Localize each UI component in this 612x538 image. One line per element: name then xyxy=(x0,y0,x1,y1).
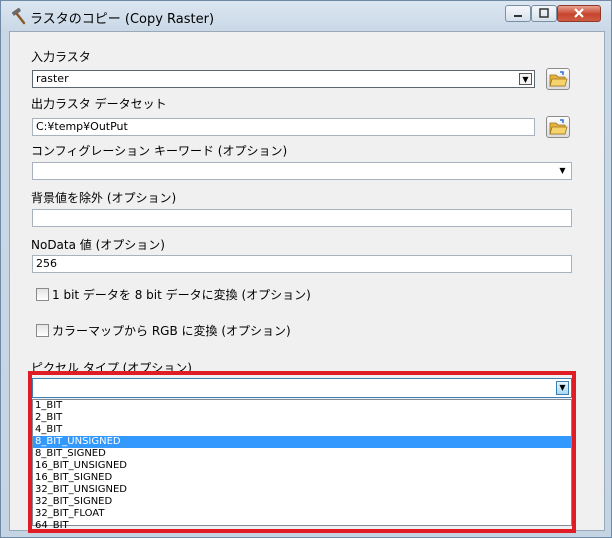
chevron-down-icon[interactable]: ▼ xyxy=(556,381,569,395)
minimize-button[interactable] xyxy=(505,5,531,22)
dialog-body: 入力ラスタ raster ▼ 出力ラスタ データセット C:¥temp¥OutP… xyxy=(9,31,605,531)
maximize-icon xyxy=(539,8,549,18)
pixel-type-option[interactable]: 32_BIT_FLOAT xyxy=(33,508,571,520)
open-folder-icon xyxy=(549,71,568,87)
pixel-type-combobox[interactable]: ▼ xyxy=(32,378,572,398)
config-keyword-label: コンフィグレーション キーワード (オプション) xyxy=(31,144,288,158)
nodata-value-label: NoData 値 (オプション) xyxy=(31,238,165,252)
background-value-label: 背景値を除外 (オプション) xyxy=(31,191,177,205)
pixel-type-option[interactable]: 1_BIT xyxy=(33,400,571,412)
close-button[interactable] xyxy=(557,5,601,22)
input-raster-value: raster xyxy=(36,72,69,85)
hammer-icon xyxy=(9,7,27,25)
nodata-value-text: 256 xyxy=(36,257,57,270)
convert-1bit-label: 1 bit データを 8 bit データに変換 (オプション) xyxy=(52,288,311,302)
output-dataset-browse-button[interactable] xyxy=(546,116,570,138)
chevron-down-icon[interactable]: ▼ xyxy=(556,165,569,177)
copy-raster-window: ラスタのコピー (Copy Raster) 入力ラスタ raster ▼ 出力ラ… xyxy=(0,0,612,538)
title-bar[interactable]: ラスタのコピー (Copy Raster) xyxy=(1,1,611,31)
colormap-to-rgb-checkbox[interactable] xyxy=(36,324,49,337)
background-value-input[interactable] xyxy=(32,209,572,227)
pixel-type-label: ピクセル タイプ (オプション) xyxy=(31,361,192,375)
output-dataset-label: 出力ラスタ データセット xyxy=(31,97,167,111)
input-raster-browse-button[interactable] xyxy=(546,68,570,90)
config-keyword-combobox[interactable]: ▼ xyxy=(32,162,572,180)
pixel-type-option[interactable]: 16_BIT_SIGNED xyxy=(33,472,571,484)
pixel-type-option[interactable]: 32_BIT_SIGNED xyxy=(33,496,571,508)
chevron-down-icon[interactable]: ▼ xyxy=(519,73,532,85)
pixel-type-option-selected[interactable]: 8_BIT_UNSIGNED xyxy=(33,436,571,448)
pixel-type-option[interactable]: 8_BIT_SIGNED xyxy=(33,448,571,460)
maximize-button[interactable] xyxy=(531,5,557,22)
output-dataset-value: C:¥temp¥OutPut xyxy=(36,120,128,133)
open-folder-icon xyxy=(549,119,568,135)
pixel-type-option[interactable]: 16_BIT_UNSIGNED xyxy=(33,460,571,472)
colormap-to-rgb-label: カラーマップから RGB に変換 (オプション) xyxy=(52,324,291,338)
input-raster-label: 入力ラスタ xyxy=(31,50,91,64)
scroll-area xyxy=(572,32,596,530)
convert-1bit-checkbox[interactable] xyxy=(36,288,49,301)
pixel-type-option[interactable]: 64_BIT xyxy=(33,520,571,532)
minimize-icon xyxy=(514,15,522,17)
input-raster-combobox[interactable]: raster ▼ xyxy=(32,70,535,88)
pixel-type-option[interactable]: 4_BIT xyxy=(33,424,571,436)
output-dataset-input[interactable]: C:¥temp¥OutPut xyxy=(32,118,535,136)
pixel-type-option[interactable]: 32_BIT_UNSIGNED xyxy=(33,484,571,496)
pixel-type-dropdown-list[interactable]: 1_BIT 2_BIT 4_BIT 8_BIT_UNSIGNED 8_BIT_S… xyxy=(32,399,572,531)
nodata-value-input[interactable]: 256 xyxy=(32,255,572,273)
pixel-type-option[interactable]: 2_BIT xyxy=(33,412,571,424)
close-icon xyxy=(574,8,584,18)
window-title: ラスタのコピー (Copy Raster) xyxy=(30,12,215,27)
